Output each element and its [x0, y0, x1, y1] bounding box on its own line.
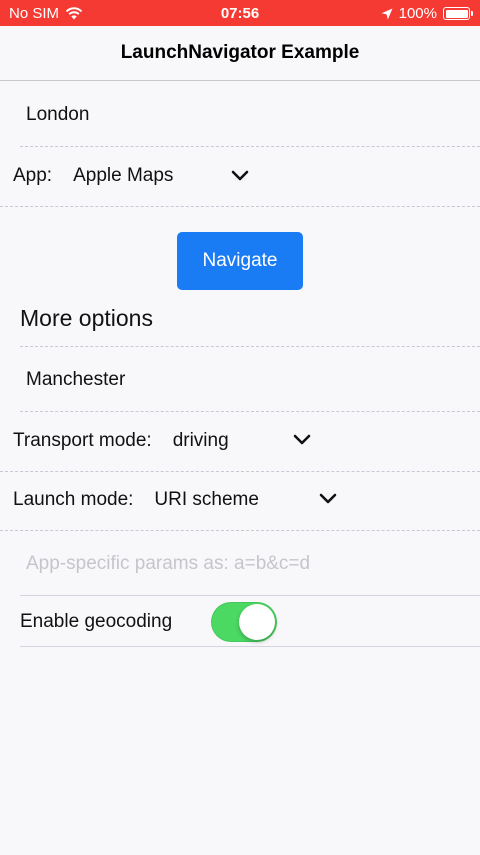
chevron-down-icon[interactable]: [231, 170, 249, 182]
transport-mode-select[interactable]: Transport mode: driving: [13, 430, 229, 452]
destination-input[interactable]: London: [26, 104, 89, 126]
app-params-input[interactable]: App-specific params as: a=b&c=d: [26, 553, 310, 575]
toggle-knob: [239, 604, 275, 640]
status-bar-right: 100%: [381, 5, 473, 22]
page-title: LaunchNavigator Example: [120, 42, 360, 63]
app-select-label: App:: [13, 165, 53, 186]
divider: [20, 411, 480, 412]
chevron-down-icon[interactable]: [293, 434, 311, 446]
navigate-button[interactable]: Navigate: [177, 232, 303, 290]
divider: [0, 530, 480, 531]
navigation-bar: LaunchNavigator Example: [0, 26, 480, 81]
app-select-value[interactable]: Apple Maps: [73, 165, 173, 187]
divider: [20, 346, 480, 347]
divider: [20, 146, 480, 147]
divider: [0, 471, 480, 472]
location-arrow-icon: [381, 8, 393, 20]
launch-mode-value[interactable]: URI scheme: [154, 489, 259, 511]
launch-mode-select[interactable]: Launch mode: URI scheme: [13, 489, 259, 511]
start-location-input[interactable]: Manchester: [26, 369, 125, 391]
geocoding-label: Enable geocoding: [20, 611, 173, 632]
geocoding-toggle[interactable]: [211, 602, 277, 642]
battery-percent: 100%: [398, 5, 437, 22]
launch-mode-label: Launch mode:: [13, 489, 134, 510]
app-screen: No SIM 07:56 100% LaunchNavigator Exampl…: [0, 0, 480, 855]
more-options-heading: More options: [20, 305, 153, 331]
divider: [0, 206, 480, 207]
chevron-down-icon[interactable]: [319, 493, 337, 505]
transport-mode-value[interactable]: driving: [173, 430, 229, 452]
divider: [20, 595, 480, 596]
status-bar: No SIM 07:56 100%: [0, 0, 480, 26]
divider: [20, 646, 480, 647]
app-select[interactable]: App: Apple Maps: [13, 165, 173, 187]
battery-icon: [443, 7, 473, 20]
transport-mode-label: Transport mode:: [13, 430, 152, 451]
